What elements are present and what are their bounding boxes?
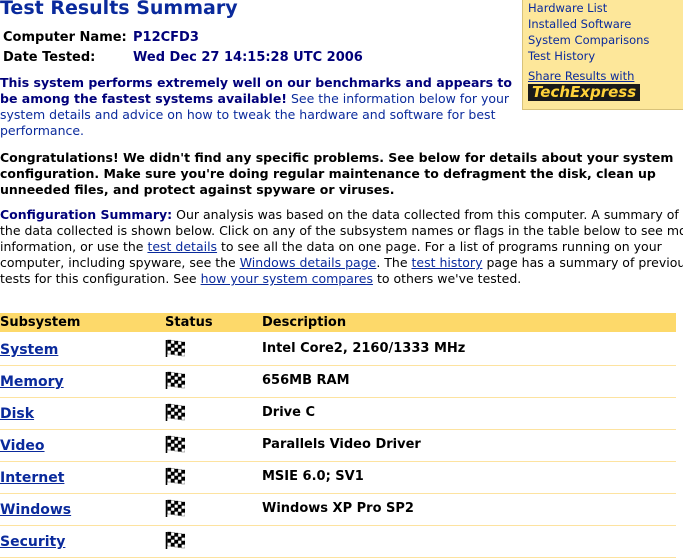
checkered-flag-icon[interactable] [165, 435, 186, 453]
share-results-link[interactable]: Share Results with [528, 68, 683, 84]
subsystem-link-windows[interactable]: Windows [0, 502, 71, 518]
subsystem-link-video[interactable]: Video [0, 438, 45, 454]
header-subsystem: Subsystem [0, 315, 81, 330]
hardware-list-link[interactable]: Hardware List [528, 0, 683, 16]
table-row: Memory 656MB RAM [0, 365, 676, 398]
description-windows: Windows XP Pro SP2 [262, 501, 414, 516]
description-system: Intel Core2, 2160/1333 MHz [262, 341, 466, 356]
windows-details-link[interactable]: Windows details page [240, 255, 377, 270]
table-row: Windows Windows XP Pro SP2 [0, 493, 676, 526]
checkered-flag-icon[interactable] [165, 403, 186, 421]
installed-software-link[interactable]: Installed Software [528, 16, 683, 32]
test-history-inline-link[interactable]: test history [412, 255, 483, 270]
congratulations-message: Congratulations! We didn't find any spec… [0, 150, 674, 197]
configuration-heading: Configuration Summary: [0, 207, 173, 222]
subsystem-link-disk[interactable]: Disk [0, 406, 34, 422]
subsystem-link-internet[interactable]: Internet [0, 470, 64, 486]
description-video: Parallels Video Driver [262, 437, 421, 452]
test-history-link[interactable]: Test History [528, 48, 683, 64]
performance-summary: This system performs extremely well on o… [0, 75, 520, 139]
header-description: Description [262, 315, 347, 330]
system-compares-link[interactable]: how your system compares [201, 271, 373, 286]
table-row: Disk Drive C [0, 397, 676, 430]
table-row: Internet MSIE 6.0; SV1 [0, 461, 676, 494]
description-disk: Drive C [262, 405, 316, 420]
date-tested-row: Date Tested: Wed Dec 27 14:15:28 UTC 2006 [3, 50, 363, 65]
description-internet: MSIE 6.0; SV1 [262, 469, 364, 484]
table-header: Subsystem Status Description [0, 313, 676, 332]
computer-name-row: Computer Name: P12CFD3 [3, 30, 199, 45]
system-comparisons-link[interactable]: System Comparisons [528, 32, 683, 48]
description-memory: 656MB RAM [262, 373, 350, 388]
checkered-flag-icon[interactable] [165, 371, 186, 389]
side-links-panel: Hardware List Installed Software System … [522, 0, 683, 110]
table-row: Video Parallels Video Driver [0, 429, 676, 462]
subsystem-link-security[interactable]: Security [0, 534, 65, 550]
page-title: Test Results Summary [0, 0, 238, 19]
configuration-summary: Configuration Summary: Our analysis was … [0, 207, 683, 287]
computer-name-value: P12CFD3 [133, 30, 199, 45]
table-row: Security [0, 525, 676, 558]
config-text-5: to others we've tested. [372, 271, 522, 286]
checkered-flag-icon[interactable] [165, 499, 186, 517]
subsystem-link-memory[interactable]: Memory [0, 374, 64, 390]
techexpress-logo[interactable]: TechExpress [528, 84, 641, 101]
date-tested-label: Date Tested: [3, 50, 96, 65]
table-row: System Intel Core2, 2160/1333 MHz [0, 333, 676, 366]
computer-name-label: Computer Name: [3, 30, 127, 45]
checkered-flag-icon[interactable] [165, 531, 186, 549]
config-text-3: . The [376, 255, 412, 270]
checkered-flag-icon[interactable] [165, 467, 186, 485]
subsystem-link-system[interactable]: System [0, 342, 58, 358]
header-status: Status [165, 315, 213, 330]
test-details-link[interactable]: test details [147, 239, 217, 254]
checkered-flag-icon[interactable] [165, 339, 186, 357]
date-tested-value: Wed Dec 27 14:15:28 UTC 2006 [133, 50, 363, 65]
